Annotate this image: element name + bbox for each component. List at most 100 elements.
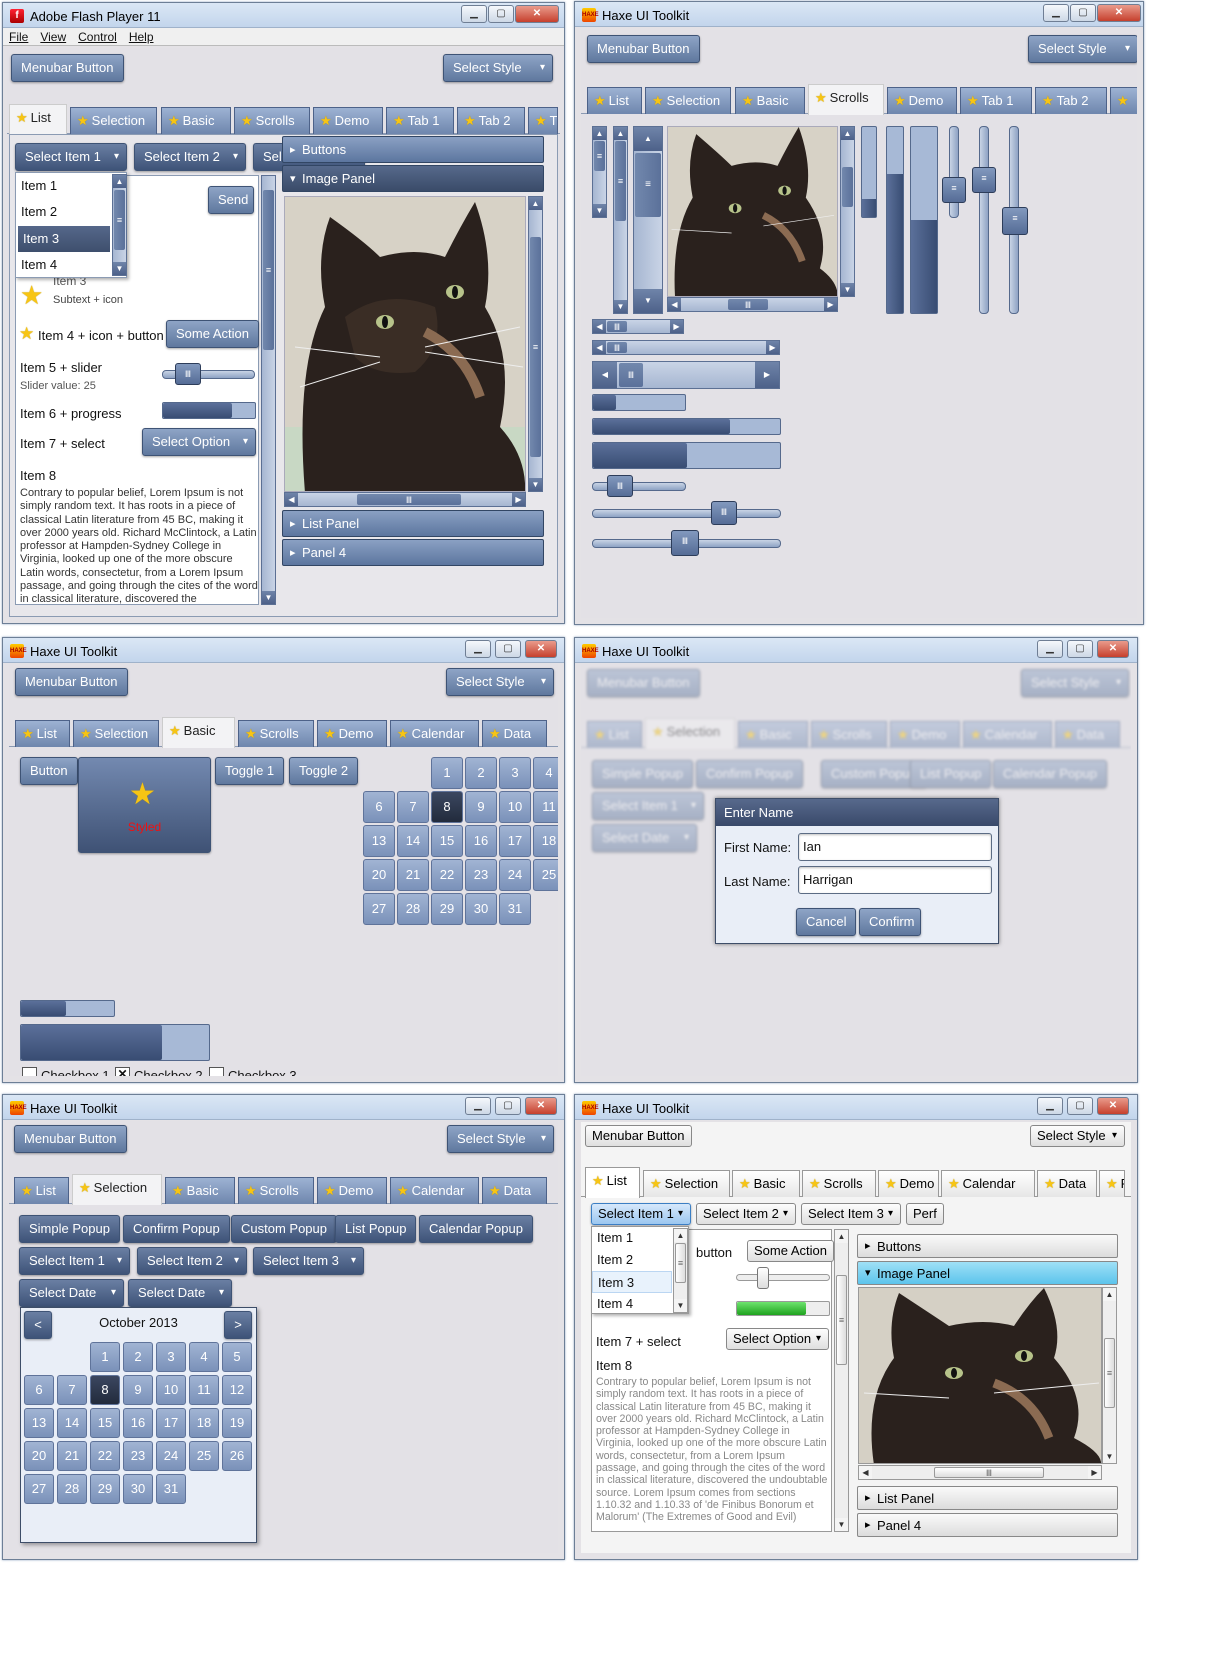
tab-demo[interactable]: ★ Demo [887, 87, 957, 114]
toggle-1[interactable]: Toggle 1 [215, 757, 285, 785]
select-item-2[interactable]: Select Item 2 [134, 143, 246, 171]
scroll-thumb[interactable]: ≡ [615, 141, 626, 221]
calendar-day[interactable]: 14 [397, 825, 429, 857]
tab-demo[interactable]: ★ Demo [317, 720, 387, 747]
tab-selection[interactable]: ★ Selection [73, 720, 159, 747]
close-icon[interactable]: ✕ [1097, 640, 1129, 658]
scroll-left-icon[interactable]: ◀ [593, 320, 606, 333]
tab-demo[interactable]: ★ Demo [313, 107, 383, 134]
scroll-thumb[interactable]: ≡ [1104, 1338, 1115, 1408]
hslider-2[interactable]: Ⅲ [592, 501, 781, 525]
tab-calendar[interactable]: ★ Calendar [941, 1170, 1035, 1197]
calendar-day[interactable]: 23 [123, 1441, 153, 1471]
scroll-thumb[interactable] [842, 167, 853, 207]
calendar-day[interactable]: 1 [431, 757, 463, 789]
scroll-up-icon[interactable]: ▲ [593, 127, 606, 140]
calendar-day[interactable]: 28 [397, 893, 429, 925]
scroll-up-icon[interactable]: ▲ [113, 175, 126, 188]
select-style-dropdown[interactable]: Select Style [1030, 1125, 1125, 1147]
accordion-image-panel[interactable]: Image Panel [857, 1261, 1118, 1285]
calendar-day[interactable]: 25 [189, 1441, 219, 1471]
toggle-2[interactable]: Toggle 2 [289, 757, 359, 785]
calendar-day[interactable]: 12 [222, 1375, 252, 1405]
minimize-icon[interactable]: ▁ [1037, 640, 1063, 658]
custom-popup-button[interactable]: Custom Popup [231, 1215, 337, 1243]
select-item-3[interactable]: Select Item 3 [253, 1247, 364, 1275]
slider-thumb[interactable] [757, 1267, 769, 1289]
scroll-thumb[interactable]: Ⅲ [728, 299, 768, 310]
calendar-day[interactable]: 30 [123, 1474, 153, 1504]
calendar-day[interactable]: 18 [189, 1408, 219, 1438]
tab-list[interactable]: ★ List [15, 720, 70, 747]
tab-overflow[interactable]: ★ T [528, 107, 558, 134]
tab-scrolls[interactable]: ★ Scrolls [238, 1177, 314, 1204]
scroll-right-icon[interactable]: ▶ [512, 493, 525, 506]
calendar-day[interactable]: 27 [363, 893, 395, 925]
vslider-1[interactable]: ≡ [942, 126, 966, 218]
select-option-dropdown[interactable]: Select Option [142, 428, 256, 456]
calendar-day[interactable]: 23 [465, 859, 497, 891]
calendar-day[interactable]: 19 [222, 1408, 252, 1438]
menubar-button[interactable]: Menubar Button [587, 35, 700, 63]
slider-thumb[interactable]: Ⅲ [711, 501, 737, 525]
calendar-day[interactable]: 18 [533, 825, 558, 857]
tab-data[interactable]: ★ Data [482, 1177, 547, 1204]
image-hscrollbar[interactable]: ◀ Ⅲ ▶ [284, 492, 526, 507]
some-action-button[interactable]: Some Action [747, 1240, 834, 1262]
scroll-down-icon[interactable]: ▼ [634, 289, 662, 313]
calendar-day[interactable]: 29 [90, 1474, 120, 1504]
scroll-right-icon[interactable]: ▶ [670, 320, 683, 333]
scroll-thumb[interactable]: Ⅲ [619, 363, 643, 387]
menu-file[interactable]: File [3, 28, 34, 44]
calendar-day[interactable]: 4 [533, 757, 558, 789]
calendar-day[interactable]: 5 [222, 1342, 252, 1372]
accordion-buttons[interactable]: Buttons [282, 136, 544, 163]
calendar-day[interactable]: 17 [156, 1408, 186, 1438]
confirm-button[interactable]: Confirm [859, 908, 921, 936]
calendar-day[interactable]: 29 [431, 893, 463, 925]
calendar-popup-button[interactable]: Calendar Popup [419, 1215, 533, 1243]
tab-list[interactable]: ★ List [587, 87, 642, 114]
tab-tab1[interactable]: ★ Tab 1 [960, 87, 1032, 114]
tab-scrolls[interactable]: ★ Scrolls [808, 84, 884, 115]
select-style-dropdown[interactable]: Select Style [446, 668, 554, 696]
tab-overflow[interactable]: ★F [1099, 1170, 1125, 1197]
calendar-day[interactable]: 8 [90, 1375, 120, 1405]
dropdown-item[interactable]: Item 4 [592, 1293, 672, 1315]
select-item-1[interactable]: Select Item 1 [19, 1247, 130, 1275]
scroll-right-icon[interactable]: ▶ [755, 362, 779, 388]
calendar-day[interactable]: 11 [189, 1375, 219, 1405]
accordion-image-panel[interactable]: Image Panel [282, 165, 544, 192]
minimize-icon[interactable]: ▁ [465, 1097, 491, 1115]
scroll-thumb[interactable]: ≡ [530, 237, 541, 457]
calendar-day[interactable]: 17 [499, 825, 531, 857]
select-item-1[interactable]: Select Item 1 [15, 143, 127, 171]
calendar-day[interactable]: 22 [90, 1441, 120, 1471]
some-action-button[interactable]: Some Action [166, 320, 259, 348]
scroll-left-icon[interactable]: ◀ [593, 362, 617, 388]
menubar-button[interactable]: Menubar Button [585, 1125, 692, 1147]
minimize-icon[interactable]: ▁ [1037, 1097, 1063, 1115]
dropdown-item[interactable]: Item 2 [592, 1249, 672, 1271]
scroll-down-icon[interactable]: ▼ [674, 1299, 687, 1312]
scroll-down-icon[interactable]: ▼ [593, 204, 606, 217]
scroll-left-icon[interactable]: ◀ [285, 493, 298, 506]
checkbox-3[interactable] [209, 1067, 224, 1076]
calendar-day[interactable]: 16 [465, 825, 497, 857]
calendar-day[interactable]: 10 [499, 791, 531, 823]
scroll-right-icon[interactable]: ▶ [1088, 1466, 1101, 1479]
calendar-day[interactable]: 20 [24, 1441, 54, 1471]
scroll-up-icon[interactable]: ▲ [841, 127, 854, 140]
slider-thumb[interactable]: Ⅲ [175, 363, 201, 385]
scroll-left-icon[interactable]: ◀ [859, 1466, 872, 1479]
scroll-up-icon[interactable]: ▲ [614, 127, 627, 140]
perf-button[interactable]: Perf [906, 1203, 944, 1225]
scroll-left-icon[interactable]: ◀ [668, 298, 681, 311]
calendar-day[interactable]: 13 [24, 1408, 54, 1438]
tab-basic[interactable]: ★ Basic [165, 1177, 235, 1204]
tab-data[interactable]: ★ Data [1037, 1170, 1097, 1197]
title-bar[interactable]: HAXE Haxe UI Toolkit ▁ ▢ ✕ [575, 1095, 1137, 1120]
calendar-day[interactable]: 24 [499, 859, 531, 891]
vscroll-2[interactable]: ▲ ≡ ▼ [613, 126, 628, 314]
select-item-1[interactable]: Select Item 1 [591, 1203, 691, 1225]
